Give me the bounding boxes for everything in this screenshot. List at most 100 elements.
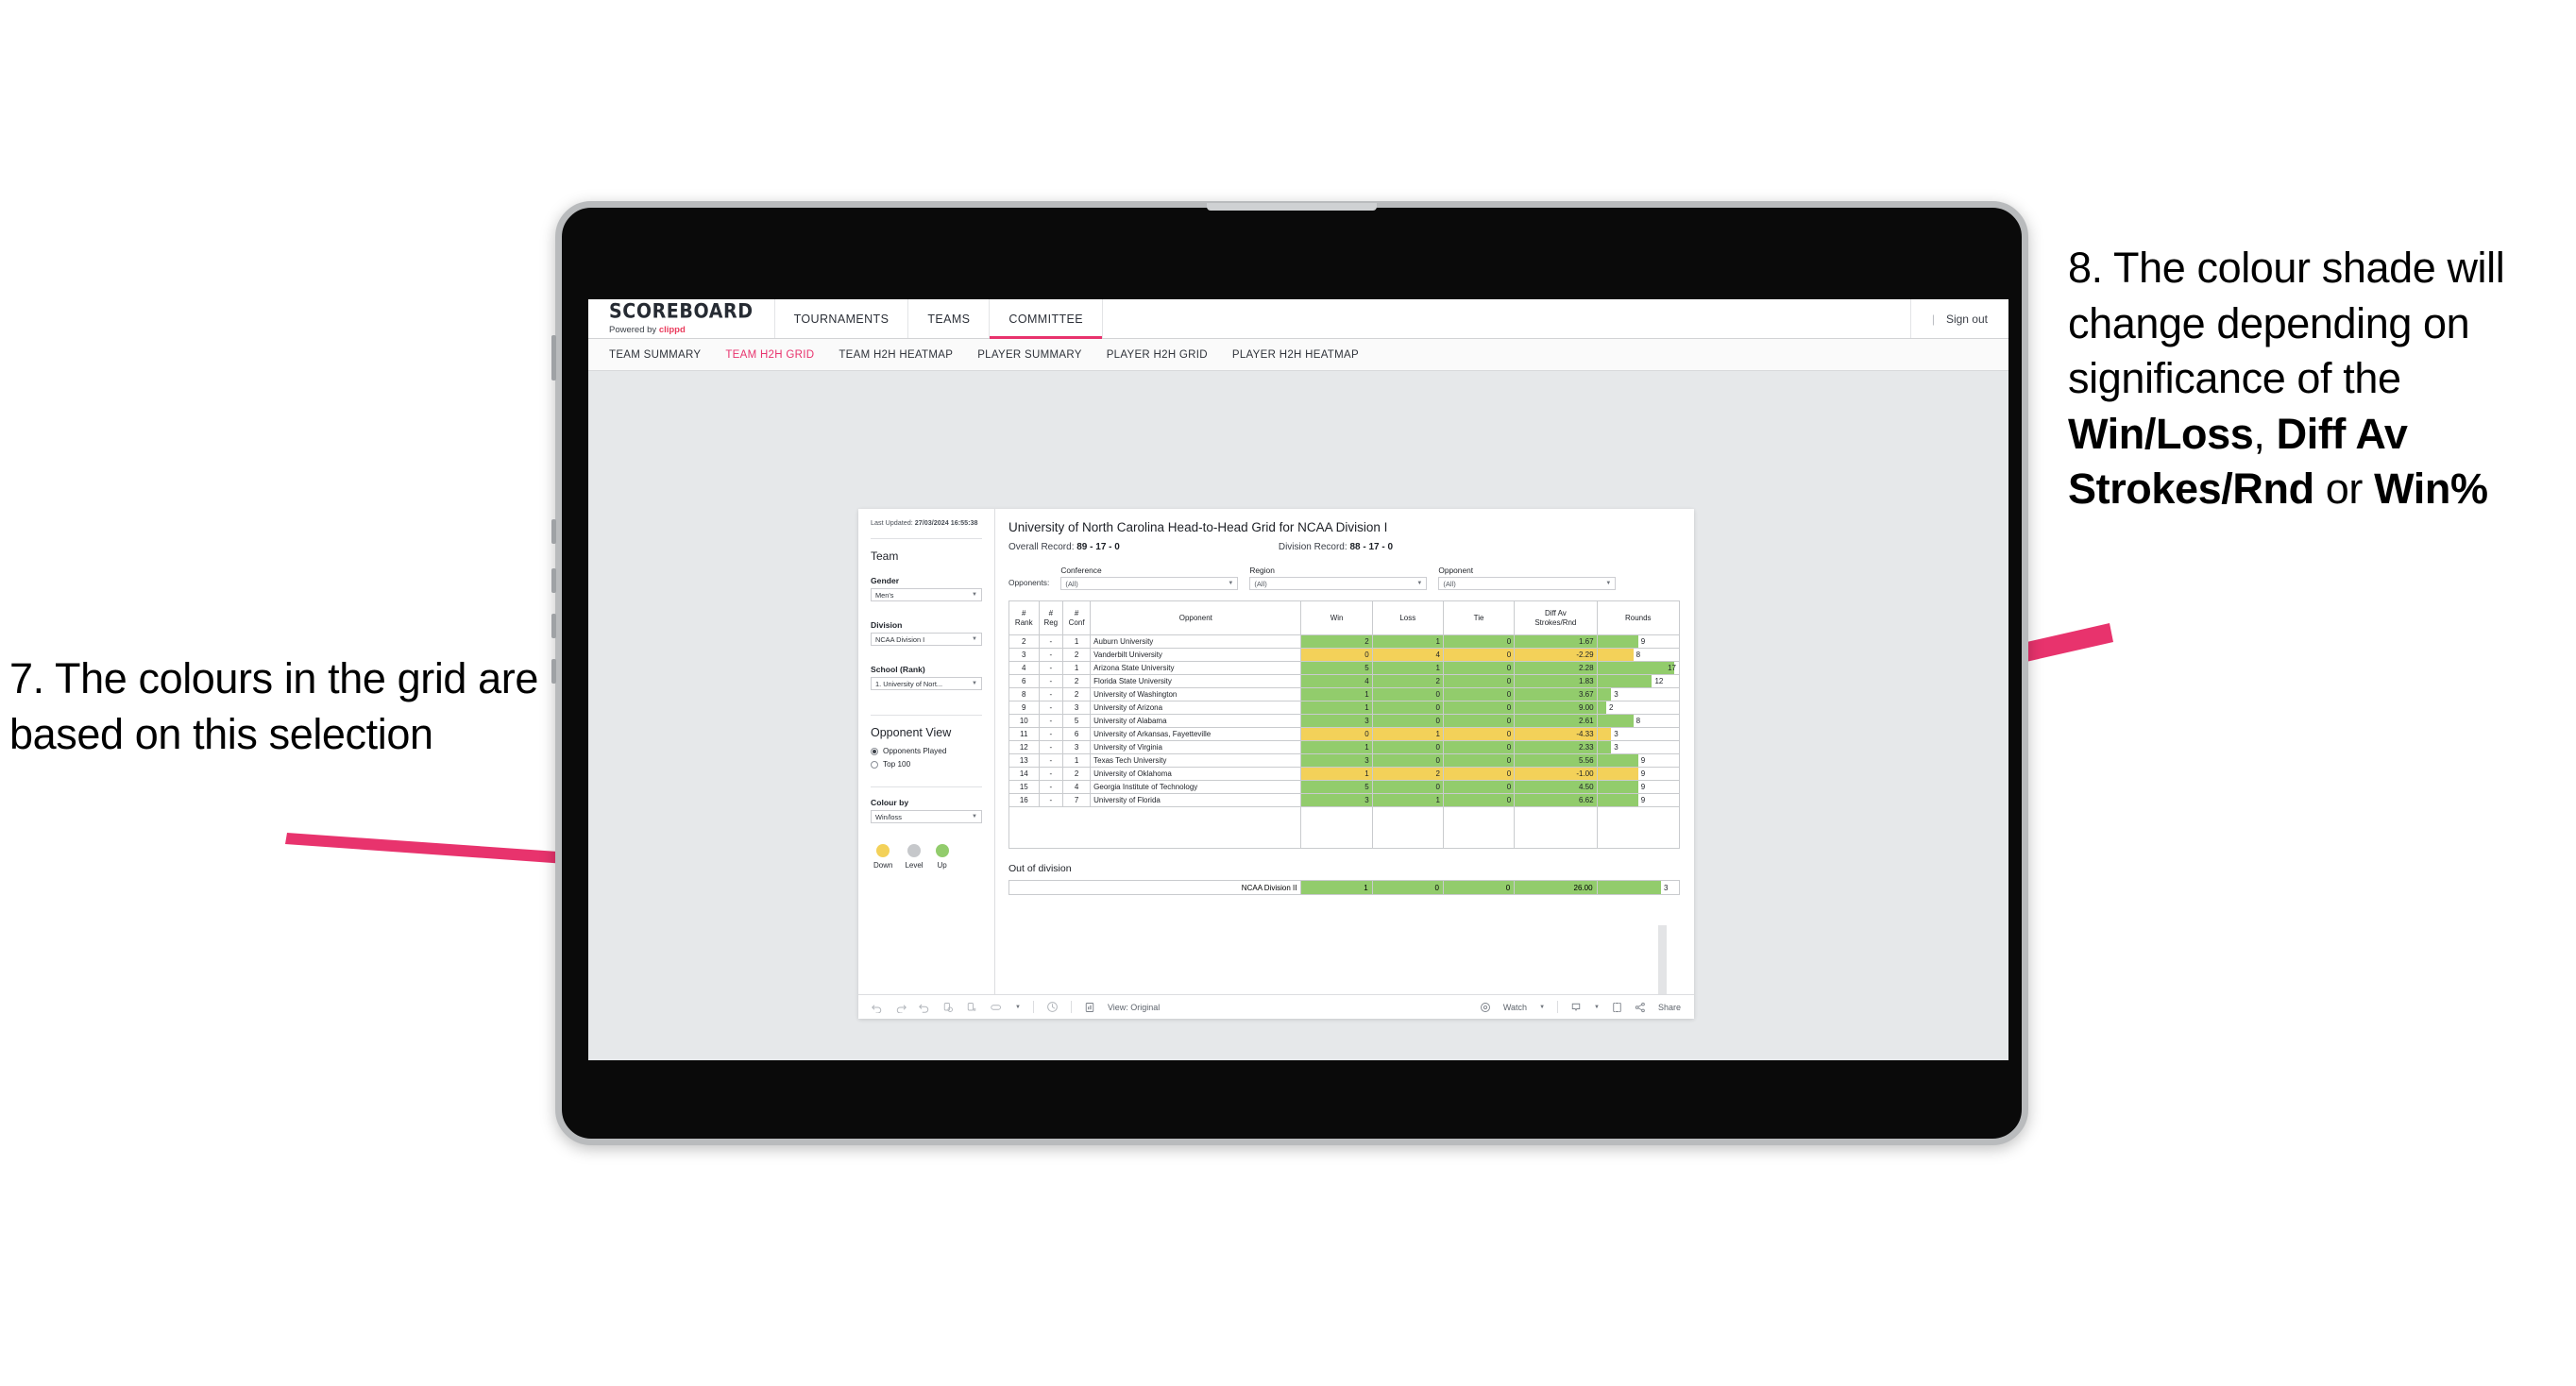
radio-icon-unselected <box>871 760 878 769</box>
col-header-rounds[interactable]: Rounds <box>1596 600 1681 635</box>
subnav-player-h2h-heatmap[interactable]: PLAYER H2H HEATMAP <box>1232 349 1359 361</box>
sign-out-link[interactable]: Sign out <box>1946 313 1988 326</box>
zoom-history-icon[interactable] <box>1046 1001 1059 1013</box>
ood-cell-win: 1 <box>1300 880 1373 895</box>
annotation-8-bold-winpct: Win% <box>2374 465 2488 513</box>
revert-icon[interactable] <box>919 1002 930 1013</box>
division-select[interactable]: NCAA Division I ▼ <box>871 633 982 647</box>
subnav-team-summary[interactable]: TEAM SUMMARY <box>609 349 701 361</box>
filter-conference-label: Conference <box>1060 566 1102 575</box>
cell-diff-av-strokes: 9.00 <box>1514 701 1598 715</box>
filter-region-select[interactable]: (All) ▼ <box>1249 577 1428 590</box>
col-header-rank[interactable]: # Rank <box>1008 600 1040 635</box>
radio-top-100[interactable]: Top 100 <box>871 760 982 769</box>
cell-tie: 0 <box>1442 714 1516 728</box>
view-original-label[interactable]: View: Original <box>1108 1003 1160 1012</box>
subnav-player-h2h-grid[interactable]: PLAYER H2H GRID <box>1107 349 1208 361</box>
col-header-reg-l1: # <box>1048 608 1054 617</box>
filter-conference-value: (All) <box>1065 579 1078 588</box>
table-row[interactable]: 11-6 University of Arkansas, Fayetteville… <box>1008 727 1681 741</box>
watch-label[interactable]: Watch <box>1503 1003 1527 1012</box>
share-label[interactable]: Share <box>1658 1003 1681 1012</box>
table-row[interactable]: 12-3 University of Virginia 1 0 0 2.33 3 <box>1008 740 1681 754</box>
filter-conference-select[interactable]: (All) ▼ <box>1060 577 1239 590</box>
out-of-division-row[interactable]: NCAA Division II 1 0 0 26.00 3 <box>1008 880 1681 895</box>
table-row[interactable]: 8-2 University of Washington 1 0 0 3.67 3 <box>1008 687 1681 701</box>
colour-by-select[interactable]: Win/loss ▼ <box>871 810 982 824</box>
chevron-down-icon[interactable]: ▼ <box>1015 1005 1021 1010</box>
table-row[interactable]: 15-4 Georgia Institute of Technology 5 0 0 4.… <box>1008 780 1681 794</box>
undo-icon[interactable] <box>872 1002 883 1013</box>
radio-opponents-played[interactable]: Opponents Played <box>871 747 982 755</box>
col-header-win[interactable]: Win <box>1300 600 1373 635</box>
share-icon[interactable] <box>1635 1002 1646 1013</box>
col-header-rank-l2: Rank <box>1014 617 1033 627</box>
tablet-side-button-1 <box>551 335 556 380</box>
col-header-conf[interactable]: # Conf <box>1062 600 1092 635</box>
col-header-loss[interactable]: Loss <box>1371 600 1444 635</box>
col-header-opponent[interactable]: Opponent <box>1090 600 1302 635</box>
col-header-tie[interactable]: Tie <box>1442 600 1516 635</box>
col-header-conf-l2: Conf <box>1068 617 1085 627</box>
cell-reg: - <box>1038 648 1064 662</box>
cell-opponent: University of Arkansas, Fayetteville <box>1090 727 1302 741</box>
device-layout-icon[interactable] <box>1612 1002 1622 1013</box>
col-header-diff-av[interactable]: Diff Av Strokes/Rnd <box>1514 600 1598 635</box>
ood-cell-loss: 0 <box>1371 880 1444 895</box>
cell-diff-av-strokes: -2.29 <box>1514 648 1598 662</box>
cell-opponent: Texas Tech University <box>1090 753 1302 768</box>
nav-item-teams[interactable]: TEAMS <box>908 299 991 338</box>
subnav-team-h2h-heatmap[interactable]: TEAM H2H HEATMAP <box>839 349 953 361</box>
sign-out-area[interactable]: | Sign out <box>1911 299 2008 338</box>
subnav-team-h2h-grid[interactable]: TEAM H2H GRID <box>725 349 814 361</box>
nav-item-tournaments[interactable]: TOURNAMENTS <box>775 299 909 338</box>
annotation-8-part1: 8. The colour shade will change dependin… <box>2068 244 2505 402</box>
rectangle-select-icon[interactable] <box>990 1002 1003 1013</box>
cell-win: 4 <box>1300 674 1373 688</box>
cell-win: 0 <box>1300 648 1373 662</box>
division-value: NCAA Division I <box>875 634 925 644</box>
brand-logo[interactable]: SCOREBOARD Powered by clippd <box>588 299 775 338</box>
redo-icon[interactable] <box>895 1002 907 1013</box>
annotation-8-sep1: , <box>2253 409 2277 458</box>
overall-record-label: Overall Record: <box>1008 542 1077 552</box>
refresh-data-icon[interactable] <box>942 1002 954 1013</box>
filter-opponent-select[interactable]: (All) ▼ <box>1438 577 1617 590</box>
table-row[interactable]: 10-5 University of Alabama 3 0 0 2.61 8 <box>1008 714 1681 728</box>
table-row[interactable]: 9-3 University of Arizona 1 0 0 9.00 2 <box>1008 701 1681 715</box>
table-row[interactable]: 13-1 Texas Tech University 3 0 0 5.56 9 <box>1008 753 1681 768</box>
divider-1 <box>871 538 982 540</box>
ood-cell-diff: 26.00 <box>1514 880 1598 895</box>
table-row[interactable]: 16-7 University of Florida 3 1 0 6.62 9 <box>1008 793 1681 807</box>
cell-conf: 1 <box>1062 753 1092 768</box>
table-row[interactable]: 3-2 Vanderbilt University 0 4 0 -2.29 8 <box>1008 648 1681 662</box>
cell-reg: - <box>1038 661 1064 675</box>
cell-tie: 0 <box>1442 793 1516 807</box>
watch-icon[interactable] <box>1480 1002 1491 1013</box>
cell-rounds: 8 <box>1596 714 1681 728</box>
grid-table-head: # Rank # Reg # Conf Opponent Win Loss Tie D… <box>1008 600 1681 635</box>
chevron-down-icon-2[interactable]: ▼ <box>1594 1005 1600 1010</box>
col-header-reg[interactable]: # Reg <box>1038 600 1064 635</box>
download-icon[interactable] <box>1570 1002 1582 1013</box>
school-rank-select[interactable]: 1. University of Nort... ▼ <box>871 677 982 691</box>
cell-loss: 2 <box>1371 767 1444 781</box>
toolbar-separator-1 <box>1032 1001 1034 1013</box>
chevron-down-icon[interactable]: ▼ <box>1539 1005 1545 1010</box>
gender-select[interactable]: Men's ▼ <box>871 588 982 602</box>
grid-vertical-scrollbar[interactable] <box>1658 925 1667 994</box>
table-row[interactable]: 4-1 Arizona State University 5 1 0 2.28 17 <box>1008 661 1681 675</box>
cell-tie: 0 <box>1442 648 1516 662</box>
table-row[interactable]: 6-2 Florida State University 4 2 0 1.83 12 <box>1008 674 1681 688</box>
pause-refresh-icon[interactable] <box>966 1002 977 1013</box>
table-row[interactable]: 2-1 Auburn University 2 1 0 1.67 9 <box>1008 634 1681 649</box>
nav-item-committee[interactable]: COMMITTEE <box>990 299 1103 339</box>
table-row[interactable]: 14-2 University of Oklahoma 1 2 0 -1.00 9 <box>1008 767 1681 781</box>
view-original-icon[interactable] <box>1084 1002 1095 1013</box>
head-to-head-grid-table: # Rank # Reg # Conf Opponent Win Loss Tie D… <box>1008 600 1681 849</box>
annotation-8-bold-winloss: Win/Loss <box>2068 409 2254 458</box>
cell-conf: 6 <box>1062 727 1092 741</box>
subnav-player-summary[interactable]: PLAYER SUMMARY <box>977 349 1082 361</box>
records-row: Overall Record: 89 - 17 - 0 Division Rec… <box>1008 542 1680 552</box>
cell-tie: 0 <box>1442 701 1516 715</box>
